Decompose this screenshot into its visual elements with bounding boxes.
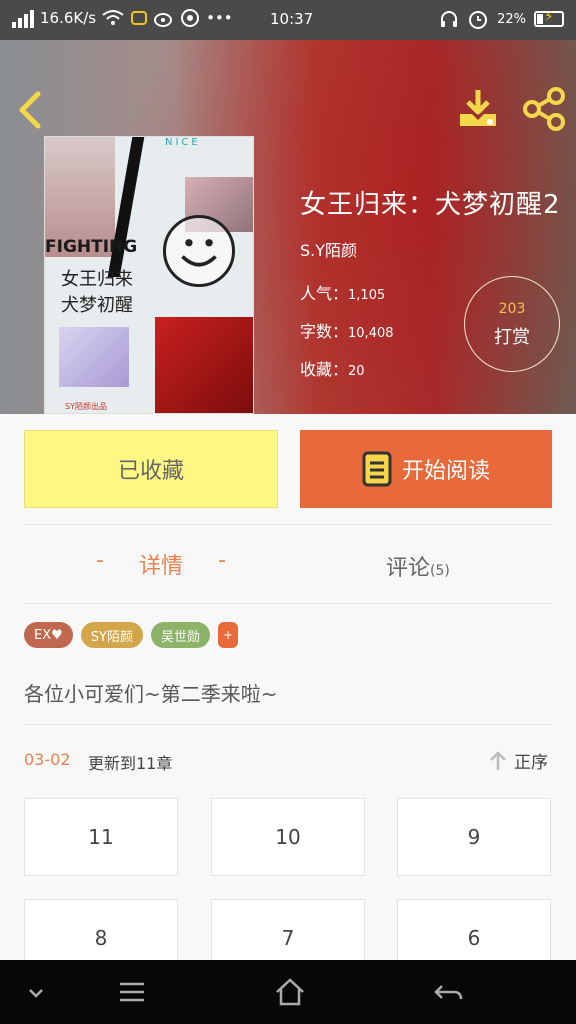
smiley-icon xyxy=(163,215,235,287)
battery-icon: ⚡ xyxy=(534,9,564,27)
collected-button[interactable]: 已收藏 xyxy=(24,430,278,508)
network-speed: 16.6K/s xyxy=(40,9,97,27)
alarm-icon xyxy=(469,11,488,29)
chapter-tile[interactable]: 10 xyxy=(211,798,365,876)
divider xyxy=(24,603,552,604)
status-bar: 16.6K/s ••• 10:37 22% ⚡ xyxy=(0,0,576,40)
update-text: 更新到11章 xyxy=(88,754,173,773)
tag-character[interactable]: 吴世勋 xyxy=(150,622,210,648)
menu-icon[interactable] xyxy=(114,976,150,1008)
book-description: 各位小可爱们~第二季来啦~ xyxy=(24,682,278,706)
battery-percent: 22% xyxy=(497,11,526,27)
arrow-up-icon xyxy=(490,750,506,770)
cover-art-purple-photo xyxy=(59,327,129,387)
tip-count: 203 xyxy=(498,301,526,317)
home-icon[interactable] xyxy=(272,976,308,1008)
tip-button[interactable]: 203 打赏 xyxy=(464,276,560,372)
sort-order-button[interactable]: 正序 xyxy=(488,748,548,773)
book-title: 女王归来：犬梦初醒2 xyxy=(300,190,561,220)
back-nav-icon[interactable] xyxy=(430,976,466,1008)
stat-popularity: 人气：1,105 xyxy=(300,284,386,303)
tag-ex[interactable]: EX♥ xyxy=(24,622,73,648)
book-cover[interactable]: NICE FIGHTING 女王归来 犬梦初醒 SY陌颜出品 xyxy=(44,136,254,414)
start-reading-button[interactable]: 开始阅读 xyxy=(300,430,552,508)
cover-author: SY陌颜出品 xyxy=(65,402,107,411)
notification-icon xyxy=(131,11,148,25)
download-button[interactable] xyxy=(456,88,500,130)
add-tag-button[interactable]: + xyxy=(218,622,238,648)
more-icon: ••• xyxy=(206,9,233,27)
chevron-down-icon[interactable] xyxy=(18,976,54,1008)
book-icon xyxy=(362,451,392,487)
status-left: 16.6K/s ••• xyxy=(12,8,233,28)
tag-list: EX♥ SY陌颜 吴世勋 + xyxy=(24,622,238,648)
cover-nice-label: NICE xyxy=(165,137,201,148)
divider xyxy=(24,524,552,525)
chapter-tile[interactable]: 11 xyxy=(24,798,178,876)
share-button[interactable] xyxy=(522,86,568,132)
divider xyxy=(24,724,552,725)
music-icon xyxy=(181,9,200,27)
tab-details[interactable]: - 详情 - xyxy=(96,548,226,580)
status-time: 10:37 xyxy=(270,10,314,28)
stat-word-count: 字数：10,408 xyxy=(300,322,394,341)
book-hero: NICE FIGHTING 女王归来 犬梦初醒 SY陌颜出品 女王归来：犬梦初醒… xyxy=(0,40,576,414)
book-author[interactable]: S.Y陌颜 xyxy=(300,237,357,261)
weibo-icon xyxy=(154,13,173,27)
system-nav-bar xyxy=(0,960,576,1024)
cover-title: 女王归来 犬梦初醒 xyxy=(61,269,133,316)
wifi-icon xyxy=(102,10,124,25)
stat-favorites: 收藏：20 xyxy=(300,360,365,379)
signal-icon xyxy=(12,8,34,28)
update-date: 03-02 xyxy=(24,750,71,769)
headphones-icon xyxy=(441,11,458,27)
cover-art-red-photo xyxy=(155,317,253,413)
status-right: 22% ⚡ xyxy=(439,8,564,30)
tab-comments[interactable]: 评论(5) xyxy=(386,550,450,582)
back-button[interactable] xyxy=(12,88,48,132)
tip-label: 打赏 xyxy=(494,327,530,348)
cover-fighting-text: FIGHTING xyxy=(45,237,138,257)
tag-author[interactable]: SY陌颜 xyxy=(80,622,143,648)
chapter-tile[interactable]: 9 xyxy=(397,798,551,876)
